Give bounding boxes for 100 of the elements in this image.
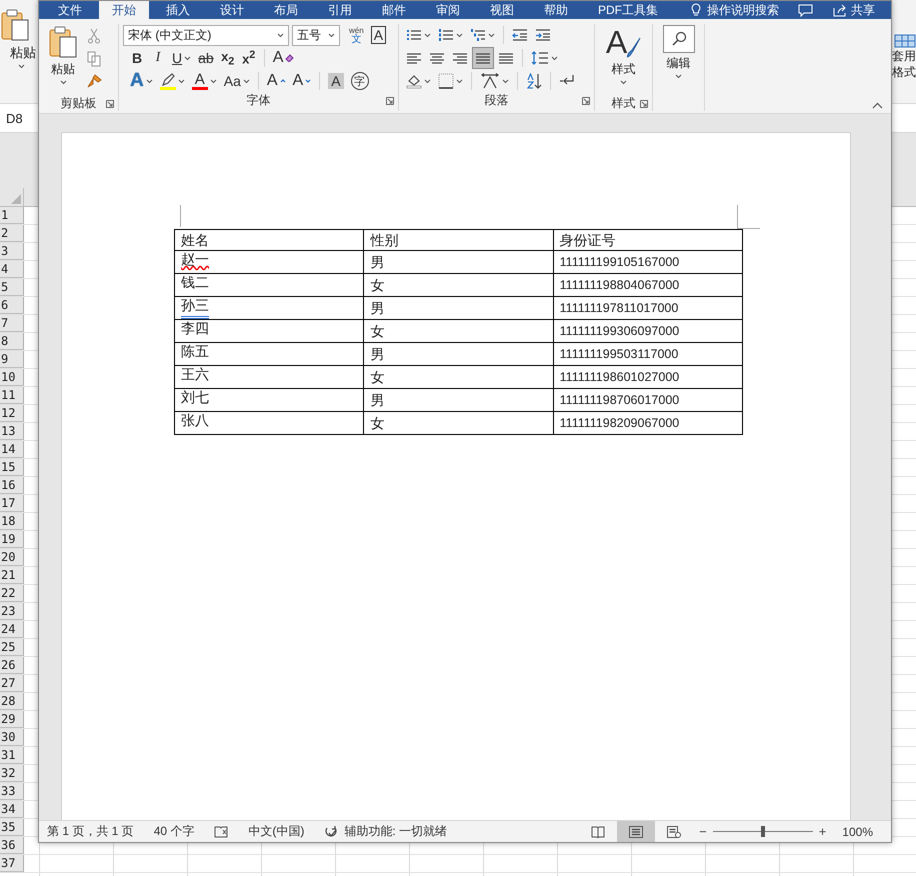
row-header[interactable]: 25 bbox=[0, 639, 24, 656]
row-header[interactable]: 1 bbox=[0, 207, 24, 224]
phonetic-button[interactable]: wén 文 bbox=[346, 24, 367, 46]
font-color-button[interactable]: A bbox=[188, 70, 220, 92]
ribbon-label[interactable]: 套用 bbox=[892, 48, 916, 64]
shrink-button[interactable]: A bbox=[290, 70, 314, 92]
ribbon-tab[interactable]: 视图 bbox=[477, 1, 527, 19]
italic-button[interactable]: I bbox=[148, 47, 168, 69]
dialog-launcher-icon bbox=[386, 97, 394, 105]
page-count[interactable]: 第 1 页，共 1 页 bbox=[47, 823, 134, 840]
zoom-in-button[interactable]: + bbox=[812, 824, 832, 839]
down-caret-icon bbox=[305, 78, 312, 84]
word-count[interactable]: 40 个字 bbox=[154, 823, 194, 840]
row-header[interactable]: 30 bbox=[0, 729, 24, 746]
caret-icon bbox=[328, 32, 335, 38]
row-header[interactable]: 22 bbox=[0, 585, 24, 602]
view-button[interactable] bbox=[617, 821, 656, 842]
ribbon-tab[interactable]: 设计 bbox=[207, 1, 257, 19]
table-cell: 男 bbox=[364, 388, 554, 412]
table-cell: 111111198706017000 bbox=[553, 388, 742, 412]
row-header[interactable]: 27 bbox=[0, 675, 24, 692]
row-header[interactable]: 28 bbox=[0, 693, 24, 710]
row-header[interactable]: 4 bbox=[0, 261, 24, 278]
grow-button[interactable]: A bbox=[264, 70, 289, 92]
scissors-icon bbox=[87, 28, 101, 44]
row-header[interactable]: 3 bbox=[0, 243, 24, 260]
table-cell: 111111198601027000 bbox=[553, 366, 742, 388]
row-header[interactable]: 11 bbox=[0, 387, 24, 404]
font-size-field[interactable]: 五号 bbox=[292, 24, 340, 46]
bold-button[interactable]: B bbox=[127, 47, 147, 69]
row-header[interactable]: 6 bbox=[0, 297, 24, 314]
row-header[interactable]: 15 bbox=[0, 459, 24, 476]
row-header[interactable]: 26 bbox=[0, 657, 24, 674]
ribbon-tab[interactable]: 审阅 bbox=[423, 1, 473, 19]
zoom-thumb[interactable] bbox=[760, 826, 765, 836]
row-header[interactable]: 37 bbox=[0, 855, 24, 872]
editing-button[interactable]: 编辑 bbox=[658, 24, 700, 111]
accessibility-status[interactable]: 辅助功能: 一切就绪 bbox=[344, 823, 448, 840]
row-header[interactable]: 31 bbox=[0, 747, 24, 764]
ribbon-tab[interactable]: PDF工具集 bbox=[585, 1, 671, 19]
subscript-button[interactable]: x$_{2}$ bbox=[218, 47, 238, 69]
text-effect-button[interactable]: A bbox=[127, 70, 156, 92]
paste-button[interactable]: 粘贴 bbox=[43, 24, 83, 95]
row-header[interactable]: 23 bbox=[0, 603, 24, 620]
clear-button[interactable]: A bbox=[270, 47, 298, 69]
row-header[interactable]: 14 bbox=[0, 441, 24, 458]
row-header[interactable]: 17 bbox=[0, 495, 24, 512]
superscript-button[interactable]: x$^{2}$ bbox=[238, 47, 259, 69]
search-icon bbox=[670, 31, 686, 47]
ribbon-tab[interactable]: 插入 bbox=[153, 1, 203, 19]
select-all-icon bbox=[11, 194, 21, 204]
table-cell: 女 bbox=[364, 412, 554, 434]
row-header[interactable]: 29 bbox=[0, 711, 24, 728]
zoom-level[interactable]: 100% bbox=[832, 824, 891, 838]
row-header[interactable]: 18 bbox=[0, 513, 24, 530]
tell-me-search[interactable]: 操作说明搜索 bbox=[707, 2, 779, 18]
table-cell: 男 bbox=[364, 250, 554, 274]
copy-icon bbox=[87, 51, 101, 67]
row-header[interactable]: 34 bbox=[0, 801, 24, 818]
caret-icon bbox=[456, 32, 463, 38]
row-header[interactable]: 35 bbox=[0, 819, 24, 836]
zoom-out-button[interactable]: − bbox=[693, 824, 713, 839]
styles-button[interactable]: A 样式 bbox=[600, 24, 646, 95]
ribbon-tab[interactable]: 开始 bbox=[99, 1, 149, 19]
row-header[interactable]: 21 bbox=[0, 567, 24, 584]
row-header[interactable]: 8 bbox=[0, 333, 24, 350]
row-header[interactable]: 24 bbox=[0, 621, 24, 638]
paste-label[interactable]: 粘贴 bbox=[0, 44, 36, 62]
strike-button[interactable]: ab bbox=[195, 47, 217, 69]
table-cell: 陈五 bbox=[174, 342, 364, 366]
ribbon-tab[interactable]: 文件 bbox=[45, 1, 95, 19]
share-button[interactable]: 共享 bbox=[827, 0, 881, 20]
table-cell: 男 bbox=[364, 296, 554, 320]
paintbrush-icon bbox=[86, 74, 102, 90]
row-header[interactable]: 33 bbox=[0, 783, 24, 800]
change-case-button[interactable]: Aa bbox=[220, 70, 253, 92]
row-header[interactable]: 16 bbox=[0, 477, 24, 494]
row-header[interactable]: 19 bbox=[0, 531, 24, 548]
align-button[interactable] bbox=[472, 47, 494, 69]
row-header[interactable]: 5 bbox=[0, 279, 24, 296]
underline-button[interactable]: U bbox=[169, 47, 194, 69]
row-header[interactable]: 32 bbox=[0, 765, 24, 782]
ribbon-tab[interactable]: 邮件 bbox=[369, 1, 419, 19]
table-cell: 刘七 bbox=[174, 388, 364, 412]
row-header[interactable]: 36 bbox=[0, 837, 24, 854]
row-header[interactable]: 9 bbox=[0, 351, 24, 368]
ribbon-label[interactable]: 格式 bbox=[892, 64, 916, 80]
group-label: 字体 bbox=[246, 92, 270, 108]
font-name-field[interactable]: 宋体 (中文正文) bbox=[123, 24, 289, 46]
caret-icon bbox=[488, 32, 495, 38]
ribbon-tab[interactable]: 布局 bbox=[261, 1, 311, 19]
ribbon-tab[interactable]: 帮助 bbox=[531, 1, 581, 19]
row-header[interactable]: 10 bbox=[0, 369, 24, 386]
row-header[interactable]: 12 bbox=[0, 405, 24, 422]
row-header[interactable]: 20 bbox=[0, 549, 24, 566]
row-header[interactable]: 13 bbox=[0, 423, 24, 440]
row-header[interactable]: 2 bbox=[0, 225, 24, 242]
row-header[interactable]: 7 bbox=[0, 315, 24, 332]
language-status[interactable]: 中文(中国) bbox=[248, 823, 304, 840]
ribbon-tab[interactable]: 引用 bbox=[315, 1, 365, 19]
